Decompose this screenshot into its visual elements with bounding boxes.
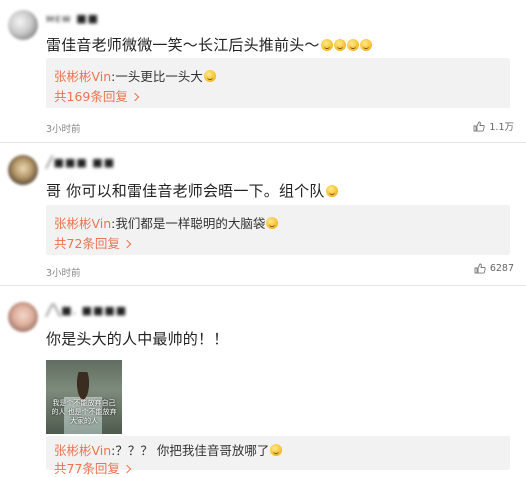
- reply-count-label: 共77条回复: [54, 461, 120, 476]
- avatar[interactable]: [8, 155, 38, 185]
- reply-line: 张彬彬Vin:？？？ 你把我佳音哥放哪了: [54, 440, 283, 459]
- avatar[interactable]: [8, 302, 38, 332]
- thumbs-up-icon: [473, 121, 486, 132]
- reply-count-link[interactable]: 共169条回复: [54, 86, 140, 105]
- reply-preview[interactable]: 张彬彬Vin:一头更比一头大 共169条回复: [46, 58, 510, 108]
- reply-preview[interactable]: 张彬彬Vin:？？？ 你把我佳音哥放哪了 共77条回复: [46, 436, 510, 476]
- laugh-emoji-icon: [325, 185, 338, 197]
- smiley-emoji-icon: [266, 217, 279, 229]
- reply-username[interactable]: 张彬彬Vin: [54, 216, 111, 231]
- comment-text: 哥 你可以和雷佳音老师会晤一下。组个队: [46, 180, 338, 201]
- comment-text: 雷佳音老师微微一笑～长江后头推前头～: [46, 34, 372, 55]
- comment-text-body: 哥 你可以和雷佳音老师会晤一下。组个队: [46, 182, 325, 200]
- reply-count-label: 共169条回复: [54, 89, 128, 104]
- reply-line: 张彬彬Vin:一头更比一头大: [54, 66, 216, 85]
- comment-item: ╱╲■. ■■■■ 你是头大的人中最帅的！！ 我是个不能放弃自己的人 也是个不能…: [0, 286, 526, 476]
- laugh-emoji-icon: [320, 39, 333, 51]
- comment-item: ᴍᴇᴡ ■■ 雷佳音老师微微一笑～长江后头推前头～ 张彬彬Vin:一头更比一头大…: [0, 0, 526, 142]
- comment-username[interactable]: ᴍᴇᴡ ■■: [46, 12, 99, 25]
- comment-text-body: 雷佳音老师微微一笑～长江后头推前头～: [46, 36, 320, 54]
- reply-preview[interactable]: 张彬彬Vin:我们都是一样聪明的大脑袋 共72条回复: [46, 205, 510, 255]
- reply-username[interactable]: 张彬彬Vin: [54, 443, 111, 458]
- like-button[interactable]: 6287: [474, 263, 514, 274]
- comment-username[interactable]: ╱╲■. ■■■■: [46, 304, 127, 317]
- comment-text: 你是头大的人中最帅的！！: [46, 330, 229, 348]
- chevron-right-icon: [122, 239, 132, 249]
- reply-text: :？？？ 你把我佳音哥放哪了: [111, 443, 270, 458]
- comment-image[interactable]: 我是个不能放弃自己的人 也是个不能放弃大家的人: [46, 360, 122, 434]
- like-count: 6287: [489, 263, 514, 274]
- thumbs-up-icon: [474, 263, 486, 274]
- comment-time: 3小时前: [46, 124, 81, 135]
- comment-username[interactable]: ╱■■■ ■■: [46, 156, 115, 169]
- reply-username[interactable]: 张彬彬Vin: [54, 69, 111, 84]
- like-count: 1.1万: [489, 122, 514, 133]
- comment-item: ╱■■■ ■■ 哥 你可以和雷佳音老师会晤一下。组个队 张彬彬Vin:我们都是一…: [0, 143, 526, 285]
- reply-count-link[interactable]: 共77条回复: [54, 458, 132, 477]
- reply-text: :我们都是一样聪明的大脑袋: [111, 216, 266, 231]
- smiley-emoji-icon: [270, 444, 283, 456]
- reply-count-link[interactable]: 共72条回复: [54, 233, 132, 252]
- reply-text: :一头更比一头大: [111, 69, 203, 84]
- chevron-right-icon: [122, 464, 132, 474]
- chevron-right-icon: [130, 92, 140, 102]
- comment-time: 3小时前: [46, 268, 81, 279]
- like-button[interactable]: 1.1万: [473, 119, 514, 133]
- smiley-emoji-icon: [203, 70, 216, 82]
- laugh-emoji-icon: [346, 39, 359, 51]
- avatar[interactable]: [8, 10, 38, 40]
- laugh-emoji-icon: [333, 39, 346, 51]
- reply-line: 张彬彬Vin:我们都是一样聪明的大脑袋: [54, 213, 279, 232]
- reply-count-label: 共72条回复: [54, 236, 120, 251]
- image-caption: 我是个不能放弃自己的人 也是个不能放弃大家的人: [51, 399, 117, 425]
- laugh-emoji-icon: [359, 39, 372, 51]
